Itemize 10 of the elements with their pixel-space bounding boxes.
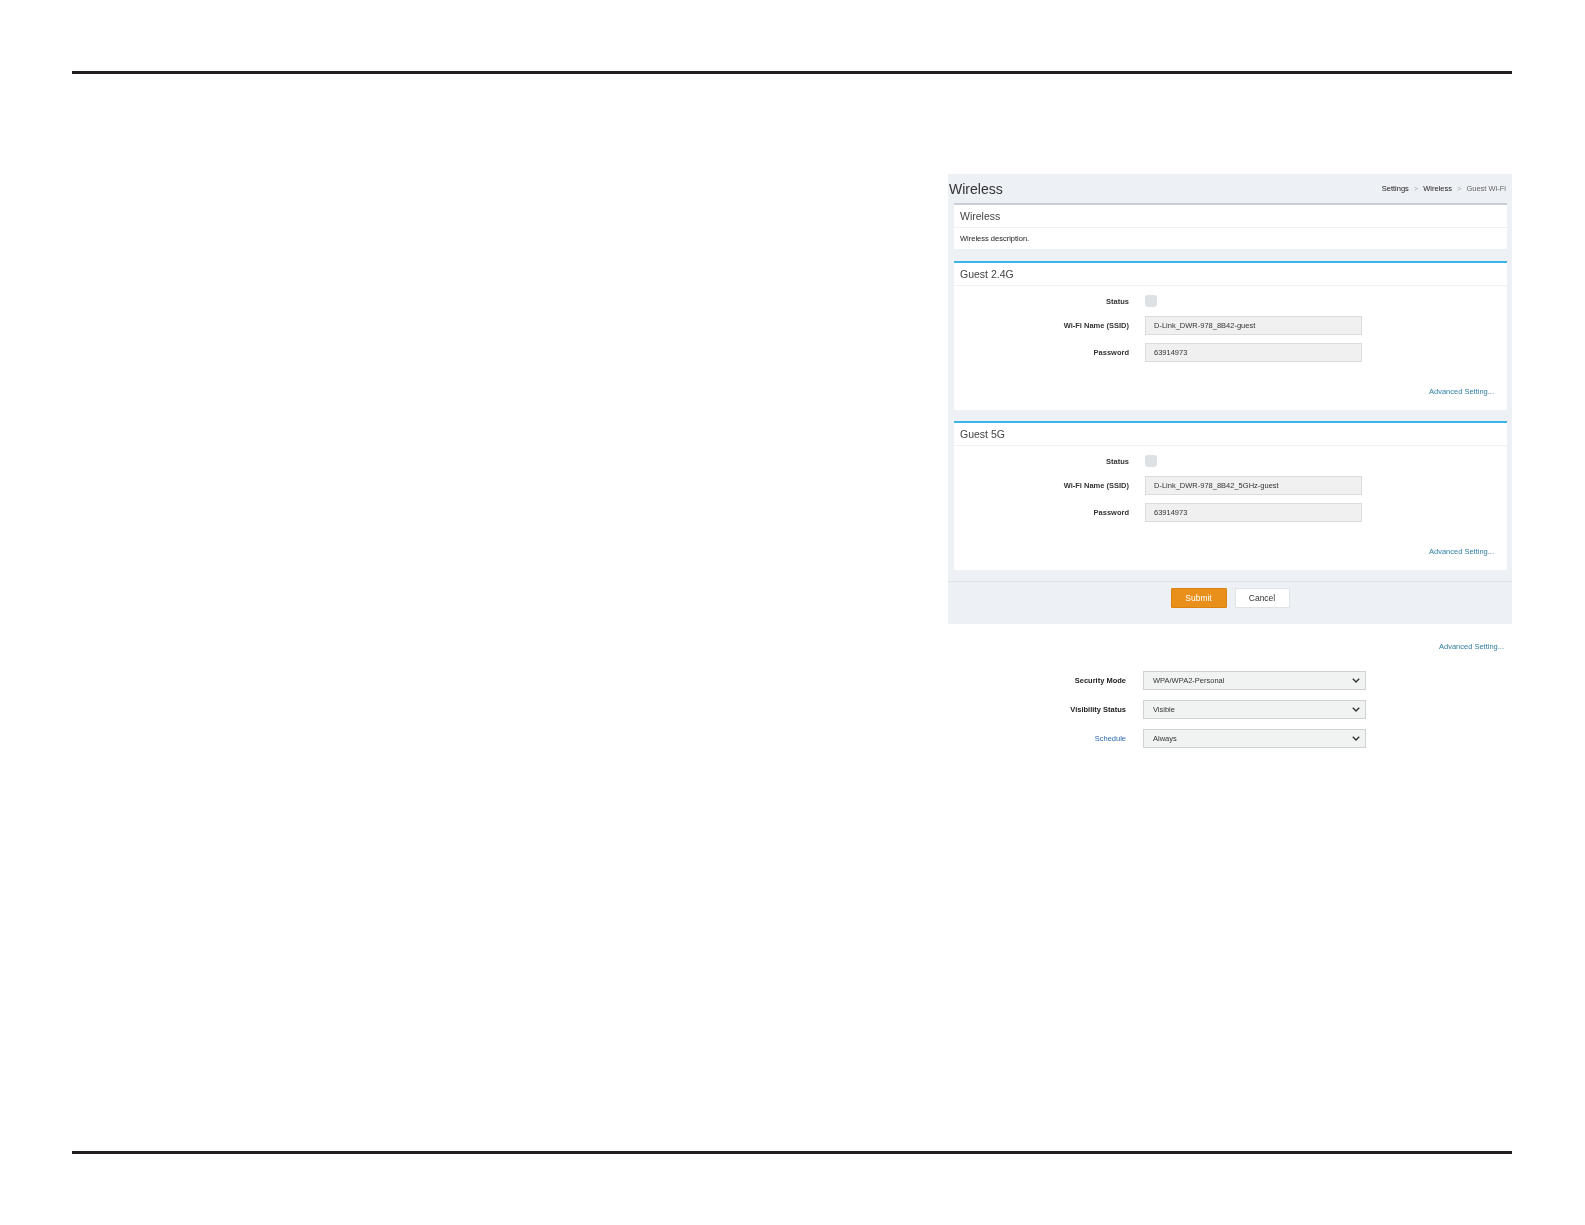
checkbox[interactable]	[1145, 455, 1157, 467]
card-title: Guest 5G	[954, 423, 1507, 446]
checkbox[interactable]	[1145, 295, 1157, 307]
chevron-down-icon	[1352, 678, 1360, 683]
card-title: Wireless	[954, 205, 1507, 228]
card-title: Guest 2.4G	[954, 263, 1507, 286]
chevron-down-icon	[1352, 707, 1360, 712]
chevron-down-icon	[1352, 736, 1360, 741]
page-title: Wireless	[949, 180, 1003, 197]
cancel-button[interactable]: Cancel	[1234, 588, 1290, 608]
